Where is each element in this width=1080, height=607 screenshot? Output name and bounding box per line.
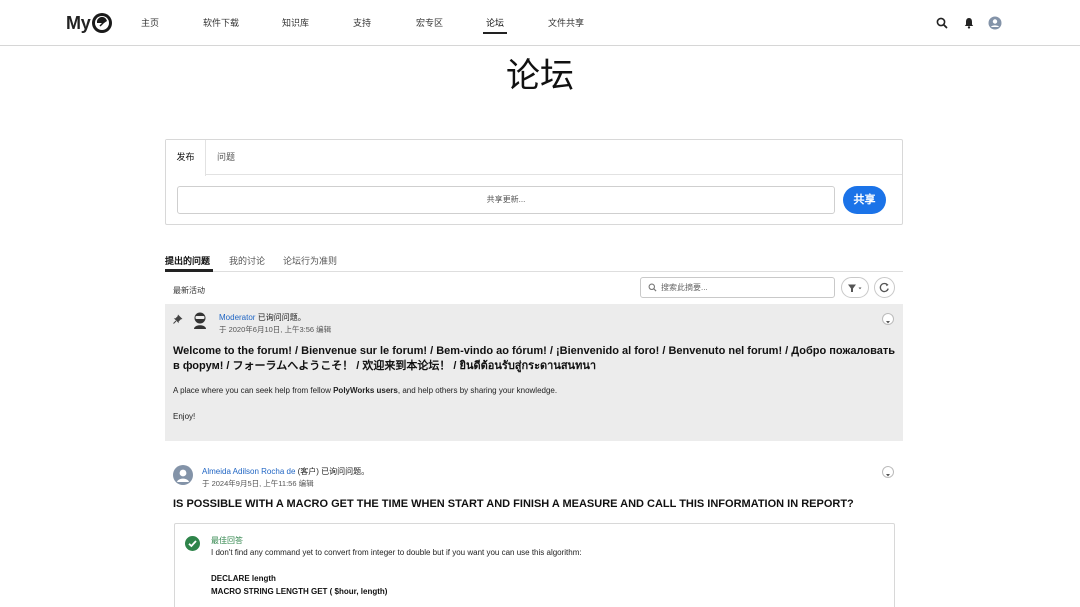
post-title-line-2: в форум! / フォーラムへようこそ！ / 欢迎来到本论坛！ / ยินด…: [173, 360, 597, 372]
share-button[interactable]: 共享: [843, 186, 886, 214]
sort-latest-activity[interactable]: 最新活动: [173, 285, 205, 296]
check-icon: [185, 536, 200, 551]
bell-icon[interactable]: [962, 16, 976, 30]
top-navigation-bar: My 主页 软件下载 知识库 支持 宏专区 论坛 文件共享: [0, 0, 1080, 46]
post-timestamp: 于 2020年6月10日, 上午3:56 编辑: [219, 325, 332, 334]
nav-forum[interactable]: 论坛: [486, 16, 504, 29]
filter-icon: [848, 284, 862, 292]
nav-software-download[interactable]: 软件下载: [203, 16, 239, 29]
pin-icon: [173, 314, 183, 324]
feed-tab-active-indicator: [165, 269, 213, 272]
logo-mark-icon: [92, 13, 113, 33]
post-timestamp: 于 2024年9月5日, 上午11:56 编辑: [202, 479, 314, 488]
post-menu-button[interactable]: [882, 466, 894, 478]
site-logo[interactable]: My: [66, 11, 113, 35]
nav-file-sharing[interactable]: 文件共享: [548, 16, 584, 29]
nav-active-indicator: [483, 32, 507, 34]
body-text-end: , and help others by sharing your knowle…: [397, 386, 558, 395]
post-body: A place where you can seek help from fel…: [173, 386, 557, 395]
pinned-post: Moderator 已询问问题。 于 2020年6月10日, 上午3:56 编辑…: [165, 304, 903, 441]
post-body-closing: Enjoy!: [173, 412, 196, 421]
share-update-input[interactable]: 共享更新...: [177, 186, 835, 214]
publisher-tabs: 发布 问题: [166, 140, 902, 176]
post-title[interactable]: Welcome to the forum! / Bienvenue sur le…: [173, 344, 895, 374]
feed-search-input[interactable]: 搜索此摘要...: [640, 277, 835, 298]
author-link[interactable]: Almeida Adilson Rocha de: [202, 467, 295, 476]
author-link[interactable]: Moderator: [219, 313, 255, 322]
answer-text: I don't find any command yet to convert …: [211, 548, 582, 557]
answer-code-line: MACRO STRING LENGTH GET ( $hour, length): [211, 587, 388, 596]
tab-asked-questions[interactable]: 提出的问题: [165, 254, 210, 267]
post-menu-button[interactable]: [882, 313, 894, 325]
post-title-line-1: Welcome to the forum! / Bienvenue sur le…: [173, 345, 895, 357]
refresh-button[interactable]: [874, 277, 895, 298]
tab-post[interactable]: 发布: [166, 140, 206, 176]
best-answer-box: 最佳回答 I don't find any command yet to con…: [174, 523, 895, 607]
post-title[interactable]: IS POSSIBLE WITH A MACRO GET THE TIME WH…: [173, 498, 854, 510]
search-icon: [648, 283, 657, 292]
search-placeholder: 搜索此摘要...: [661, 283, 708, 292]
nav-home[interactable]: 主页: [141, 16, 159, 29]
answer-code-line: DECLARE length: [211, 574, 276, 583]
filter-button[interactable]: [841, 277, 869, 298]
post-author-line: Almeida Adilson Rocha de (客户) 已询问问题。: [202, 466, 369, 477]
author-action: 已询问问题。: [255, 313, 306, 322]
feed-tabs: 提出的问题 我的讨论 论坛行为准则: [165, 250, 903, 272]
tab-my-discussions[interactable]: 我的讨论: [229, 254, 265, 267]
nav-macro-zone[interactable]: 宏专区: [416, 16, 443, 29]
refresh-icon: [879, 282, 889, 293]
nav-support[interactable]: 支持: [353, 16, 371, 29]
tab-question[interactable]: 问题: [217, 140, 235, 175]
publisher-box: 发布 问题 共享更新... 共享: [165, 139, 903, 225]
author-avatar[interactable]: [173, 465, 193, 485]
nav-knowledge-base[interactable]: 知识库: [282, 16, 309, 29]
user-icon[interactable]: [988, 16, 1002, 30]
post-author-line: Moderator 已询问问题。: [219, 312, 306, 323]
chevron-down-icon: [886, 474, 890, 477]
best-answer-label: 最佳回答: [211, 536, 243, 545]
search-icon[interactable]: [935, 16, 949, 30]
page-title: 论坛: [506, 57, 574, 95]
logo-text: My: [66, 12, 91, 33]
moderator-avatar[interactable]: [192, 312, 208, 330]
body-bold-text: PolyWorks users: [333, 386, 398, 395]
tab-forum-guidelines[interactable]: 论坛行为准则: [283, 254, 337, 267]
author-action: (客户) 已询问问题。: [295, 467, 370, 476]
body-text: A place where you can seek help from fel…: [173, 386, 334, 395]
user-icon: [177, 469, 189, 482]
chevron-down-icon: [886, 321, 890, 324]
